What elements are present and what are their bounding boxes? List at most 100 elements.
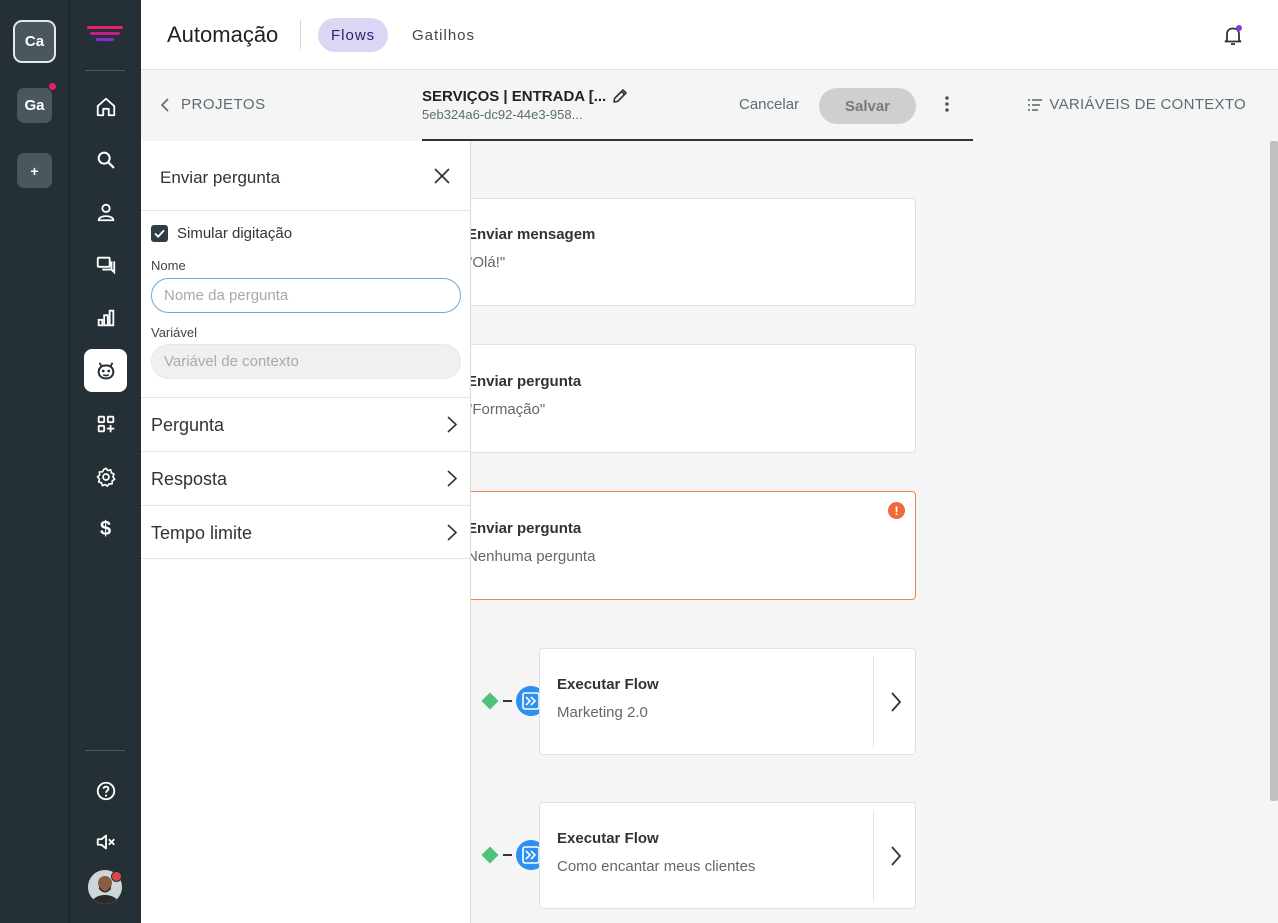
step-title: Executar Flow (557, 676, 659, 693)
notification-dot (48, 82, 57, 91)
edit-flow-name-button[interactable] (611, 87, 629, 105)
rail-divider (85, 70, 125, 71)
nav-contacts[interactable] (84, 190, 127, 233)
workspace-initials: Ca (24, 33, 45, 50)
name-field-label: Nome (151, 258, 186, 273)
canvas-scrollbar[interactable] (1270, 141, 1278, 801)
chevron-right-icon[interactable] (889, 691, 903, 713)
flow-name: SERVIÇOS | ENTRADA [... (422, 88, 607, 105)
more-options-button[interactable] (942, 94, 952, 114)
workspace-initials: + (30, 162, 39, 179)
card-divider (873, 657, 874, 747)
section-label: Pergunta (151, 415, 225, 435)
avatar-status-dot (111, 871, 122, 882)
bot-icon (97, 361, 114, 379)
flow-header: PROJETOS SERVIÇOS | ENTRADA [... 5eb324a… (141, 70, 1278, 141)
brand-logo (87, 24, 123, 44)
step-subtitle: "Formação" (467, 401, 546, 418)
workspace-rail: Ca Ga + (0, 0, 70, 923)
title-divider (300, 20, 301, 49)
context-variable-input[interactable] (151, 344, 461, 379)
tab-flows[interactable]: Flows (318, 18, 389, 52)
variable-field-label: Variável (151, 325, 198, 340)
section-label: Tempo limite (151, 523, 253, 543)
workspace-initials: Ga (24, 97, 45, 114)
cancel-button[interactable]: Cancelar (739, 96, 799, 113)
nav-automation[interactable] (84, 349, 127, 392)
card-divider (873, 811, 874, 901)
flow-step-card[interactable]: Enviar pergunta "Formação" (450, 344, 916, 453)
kebab-icon (945, 96, 949, 112)
error-icon: ! (888, 502, 905, 519)
dollar-icon: $ (99, 518, 112, 540)
step-title: Enviar pergunta (467, 373, 582, 390)
panel-title: Enviar pergunta (160, 168, 281, 187)
workspace-ga[interactable]: Ga (17, 88, 52, 123)
home-icon (96, 97, 115, 116)
execute-flow-card[interactable]: Executar Flow Como encantar meus cliente… (539, 802, 916, 909)
panel-divider (141, 210, 471, 211)
check-icon (154, 229, 165, 238)
step-subtitle: Marketing 2.0 (557, 704, 648, 721)
flow-step-card[interactable]: Enviar mensagem "Olá!" (450, 198, 916, 306)
step-title: Executar Flow (557, 830, 659, 847)
context-variables-button[interactable]: VARIÁVEIS DE CONTEXTO (1027, 96, 1246, 113)
flow-id: 5eb324a6-dc92-44e3-958... (422, 107, 583, 122)
simulate-typing-label: Simular digitação (177, 225, 293, 242)
nav-billing[interactable]: $ (84, 508, 127, 551)
add-workspace-button[interactable]: + (17, 153, 52, 188)
person-icon (97, 203, 114, 221)
flow-step-card-selected[interactable]: Enviar pergunta Nenhuma pergunta ! (450, 491, 916, 600)
context-variables-label: VARIÁVEIS DE CONTEXTO (1049, 96, 1246, 113)
step-title: Enviar pergunta (467, 520, 582, 537)
section-resposta[interactable]: Resposta (141, 451, 471, 504)
notifications-button[interactable] (1222, 24, 1244, 46)
nav-apps[interactable] (84, 402, 127, 445)
top-bar: Automação Flows Gatilhos (141, 0, 1278, 70)
step-title: Enviar mensagem (467, 226, 596, 243)
step-editor-panel: Enviar pergunta Simular digitação Nome V… (141, 141, 471, 923)
section-tempo-limite[interactable]: Tempo limite (141, 505, 471, 559)
chevron-right-icon[interactable] (889, 845, 903, 867)
step-subtitle: Como encantar meus clientes (557, 858, 756, 875)
section-label: Resposta (151, 469, 228, 489)
chevron-right-icon (447, 524, 458, 541)
bar-chart-icon (97, 309, 114, 326)
back-to-projects[interactable]: PROJETOS (161, 96, 266, 113)
save-button[interactable]: Salvar (819, 88, 916, 124)
bell-icon (1224, 25, 1242, 45)
section-pergunta[interactable]: Pergunta (141, 397, 471, 450)
execute-flow-card[interactable]: Executar Flow Marketing 2.0 (539, 648, 916, 755)
nav-sound[interactable] (84, 820, 127, 863)
chevron-left-icon (161, 97, 169, 112)
page-title: Automação (167, 22, 279, 47)
gear-icon (96, 466, 116, 487)
condition-diamond-icon (481, 692, 499, 710)
nav-settings[interactable] (84, 455, 127, 498)
volume-mute-icon (96, 834, 115, 849)
search-icon (97, 151, 114, 168)
help-icon (96, 781, 115, 800)
step-subtitle: Nenhuma pergunta (467, 548, 596, 565)
list-icon (1028, 98, 1043, 111)
close-panel-button[interactable] (433, 167, 451, 185)
nav-conversations[interactable] (84, 243, 127, 286)
branch-connector (460, 838, 550, 872)
chevron-right-icon (447, 416, 458, 433)
close-icon (434, 168, 450, 184)
rail-divider (85, 750, 125, 751)
question-name-input[interactable] (151, 278, 461, 313)
active-flow-underline (422, 139, 973, 141)
nav-reports[interactable] (84, 296, 127, 339)
step-subtitle: "Olá!" (467, 254, 506, 271)
chevron-right-icon (447, 470, 458, 487)
nav-help[interactable] (84, 769, 127, 812)
pencil-icon (613, 89, 627, 103)
apps-add-icon (97, 415, 114, 432)
tab-gatilhos[interactable]: Gatilhos (399, 18, 488, 52)
nav-search[interactable] (84, 138, 127, 181)
chat-icon (96, 256, 115, 275)
workspace-ca[interactable]: Ca (13, 20, 56, 63)
nav-home[interactable] (84, 85, 127, 128)
simulate-typing-checkbox[interactable] (151, 225, 168, 242)
